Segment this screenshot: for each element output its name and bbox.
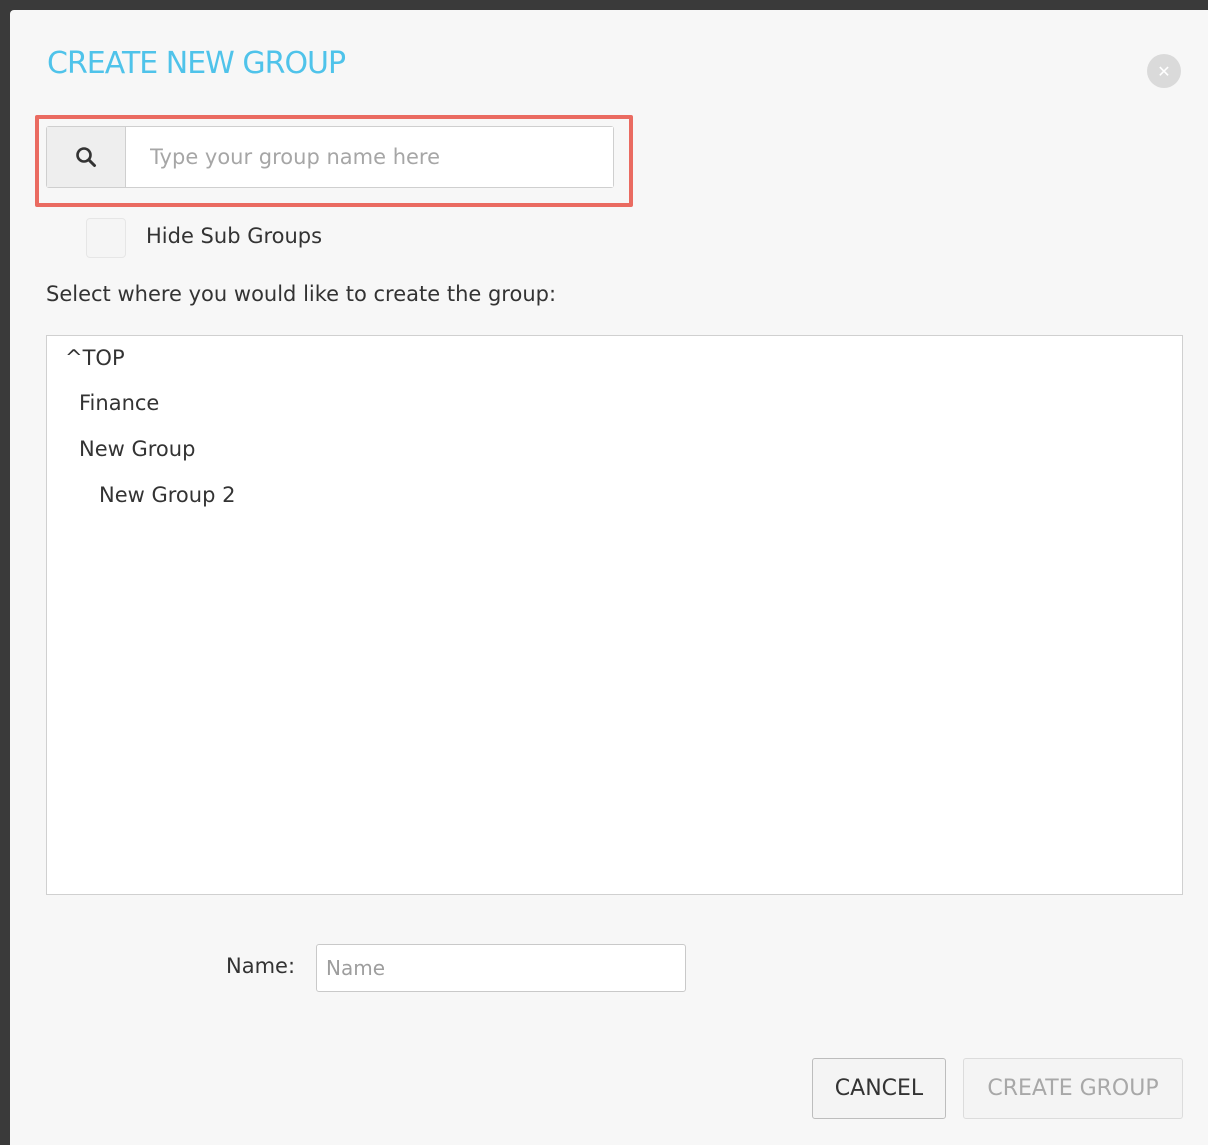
cancel-button[interactable]: CANCEL [812,1058,946,1119]
group-search [46,126,614,188]
hide-sub-groups-label[interactable]: Hide Sub Groups [146,224,322,248]
dialog-title: CREATE NEW GROUP [47,46,346,81]
tree-item-new-group[interactable]: New Group [79,437,195,461]
close-button[interactable]: ✕ [1147,54,1181,88]
hide-sub-groups-checkbox[interactable] [86,218,126,258]
create-group-button[interactable]: CREATE GROUP [963,1058,1183,1119]
group-tree: ^TOP Finance New Group New Group 2 [46,335,1183,895]
group-search-input[interactable] [126,127,613,187]
tree-item-finance[interactable]: Finance [79,391,159,415]
tree-item-top[interactable]: ^TOP [65,346,125,370]
create-group-dialog: CREATE NEW GROUP ✕ Hide Sub Groups Selec… [10,10,1208,1145]
search-icon [47,127,126,187]
location-instruction: Select where you would like to create th… [46,282,557,306]
group-name-input[interactable] [316,944,686,992]
close-icon: ✕ [1157,61,1171,81]
name-label: Name: [226,954,296,978]
tree-item-new-group-2[interactable]: New Group 2 [99,483,235,507]
